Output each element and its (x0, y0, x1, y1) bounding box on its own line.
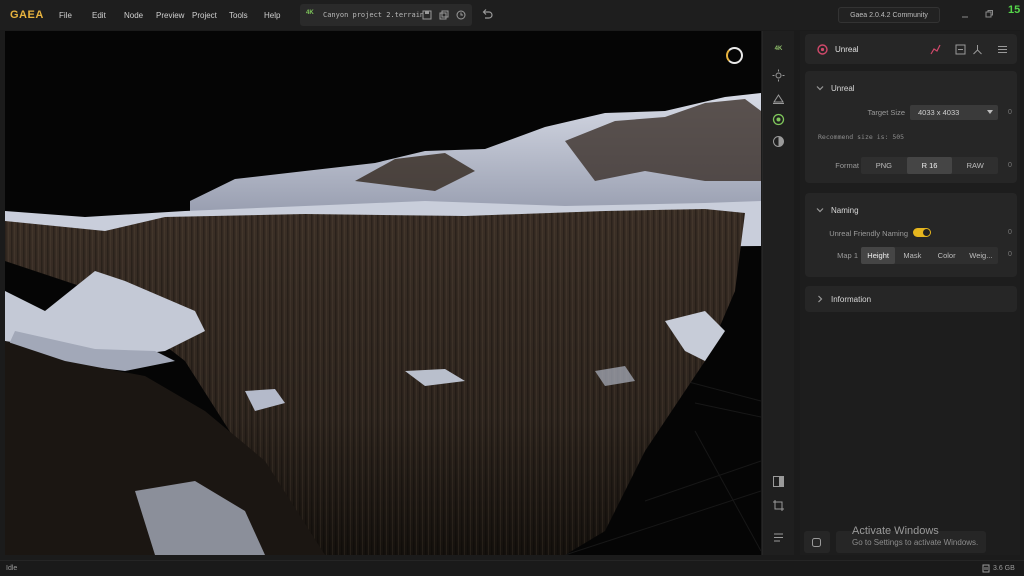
map1-segmented: Height Mask Color Weig... (861, 247, 998, 264)
menu-project[interactable]: Project (192, 11, 217, 20)
activation-watermark-subtitle: Go to Settings to activate Windows. (852, 538, 979, 547)
section-title-naming[interactable]: Naming (831, 206, 859, 215)
format-label: Format (835, 161, 859, 170)
fps-counter: 15 (1008, 4, 1021, 16)
memory-usage: 3.6 GB (993, 565, 1015, 572)
target-size-select[interactable]: 4033 x 4033 (910, 105, 998, 120)
bottom-tool-button[interactable] (804, 531, 830, 553)
toggle-knob (923, 229, 930, 236)
map1-option-mask[interactable]: Mask (895, 247, 929, 264)
resolution-icon[interactable]: 4K (772, 43, 785, 56)
map1-label: Map 1 (837, 251, 858, 260)
section-information: Information (805, 286, 1017, 312)
target-size-label: Target Size (867, 108, 905, 117)
undo-icon[interactable] (481, 8, 493, 20)
chevron-down-icon[interactable] (816, 84, 824, 92)
map1-zero: 0 (1008, 251, 1012, 258)
activation-watermark-title: Activate Windows (852, 525, 939, 537)
node-header: Unreal (805, 34, 1017, 64)
memory-icon (982, 564, 990, 573)
menu-node[interactable]: Node (124, 11, 143, 20)
format-option-png[interactable]: PNG (861, 157, 907, 174)
restore-icon[interactable] (984, 9, 994, 19)
frame-icon (812, 538, 821, 547)
recommend-size-note: Recommend size is: 505 (818, 133, 905, 141)
bake-icon[interactable] (772, 92, 785, 105)
target-size-zero: 0 (1008, 109, 1012, 116)
section-title-information[interactable]: Information (831, 295, 871, 304)
status-text: Idle (6, 565, 18, 572)
friendly-naming-zero: 0 (1008, 229, 1012, 236)
target-size-value: 4033 x 4033 (918, 108, 960, 117)
friendly-naming-label: Unreal Friendly Naming (829, 229, 908, 238)
node-name: Unreal (835, 45, 859, 54)
menu-file[interactable]: File (59, 11, 72, 20)
map1-option-height[interactable]: Height (861, 247, 896, 264)
project-name: Canyon project 2.terrain (323, 11, 425, 19)
terrain-render (5, 93, 761, 555)
menu-icon[interactable] (997, 44, 1008, 55)
format-option-raw[interactable]: RAW (952, 157, 998, 174)
menu-edit[interactable]: Edit (92, 11, 106, 20)
version-label[interactable]: Gaea 2.0.4.2 Community (838, 7, 940, 23)
friendly-naming-toggle[interactable] (913, 228, 931, 237)
chevron-down-icon[interactable] (816, 206, 824, 214)
menu-help[interactable]: Help (264, 11, 280, 20)
status-bar: Idle 3.6 GB (0, 560, 1024, 576)
format-option-r16[interactable]: R 16 (906, 157, 953, 174)
settings-list-icon[interactable] (772, 531, 785, 544)
properties-panel: Unreal Unreal Target Size 4033 x 4033 0 … (800, 31, 1020, 555)
graph-icon[interactable] (930, 44, 941, 55)
map1-option-weight[interactable]: Weig... (964, 247, 998, 264)
resolution-badge: 4K (306, 10, 314, 16)
menu-tools[interactable]: Tools (229, 11, 248, 20)
chevron-down-icon (987, 110, 993, 114)
save-icon[interactable] (422, 10, 432, 20)
unreal-node-icon (817, 44, 828, 55)
title-bar: GAEA File Edit Node Preview Project Tool… (0, 0, 1024, 30)
section-unreal: Unreal Target Size 4033 x 4033 0 Recomme… (805, 71, 1017, 183)
preview-icon[interactable] (955, 44, 966, 55)
split-view-icon[interactable] (772, 475, 785, 488)
share-icon[interactable] (972, 44, 983, 55)
chevron-right-icon[interactable] (816, 295, 824, 303)
contrast-icon[interactable] (772, 135, 785, 148)
render-icon[interactable] (772, 113, 785, 126)
section-title-unreal[interactable]: Unreal (831, 84, 855, 93)
project-tab[interactable]: 4K Canyon project 2.terrain (300, 4, 472, 26)
map1-option-color[interactable]: Color (930, 247, 964, 264)
format-segmented: PNG R 16 RAW (861, 157, 998, 174)
format-zero: 0 (1008, 162, 1012, 169)
menu-preview[interactable]: Preview (156, 11, 184, 20)
loading-spinner (726, 47, 743, 64)
viewport-toolbar: 4K (762, 31, 794, 555)
app-logo: GAEA (10, 9, 44, 21)
3d-viewport[interactable] (5, 31, 761, 555)
crop-icon[interactable] (772, 499, 785, 512)
copy-icon[interactable] (439, 10, 449, 20)
minimize-icon[interactable] (960, 9, 970, 19)
history-icon[interactable] (456, 10, 466, 20)
sun-icon[interactable] (772, 69, 785, 82)
section-naming: Naming Unreal Friendly Naming 0 Map 1 He… (805, 193, 1017, 277)
